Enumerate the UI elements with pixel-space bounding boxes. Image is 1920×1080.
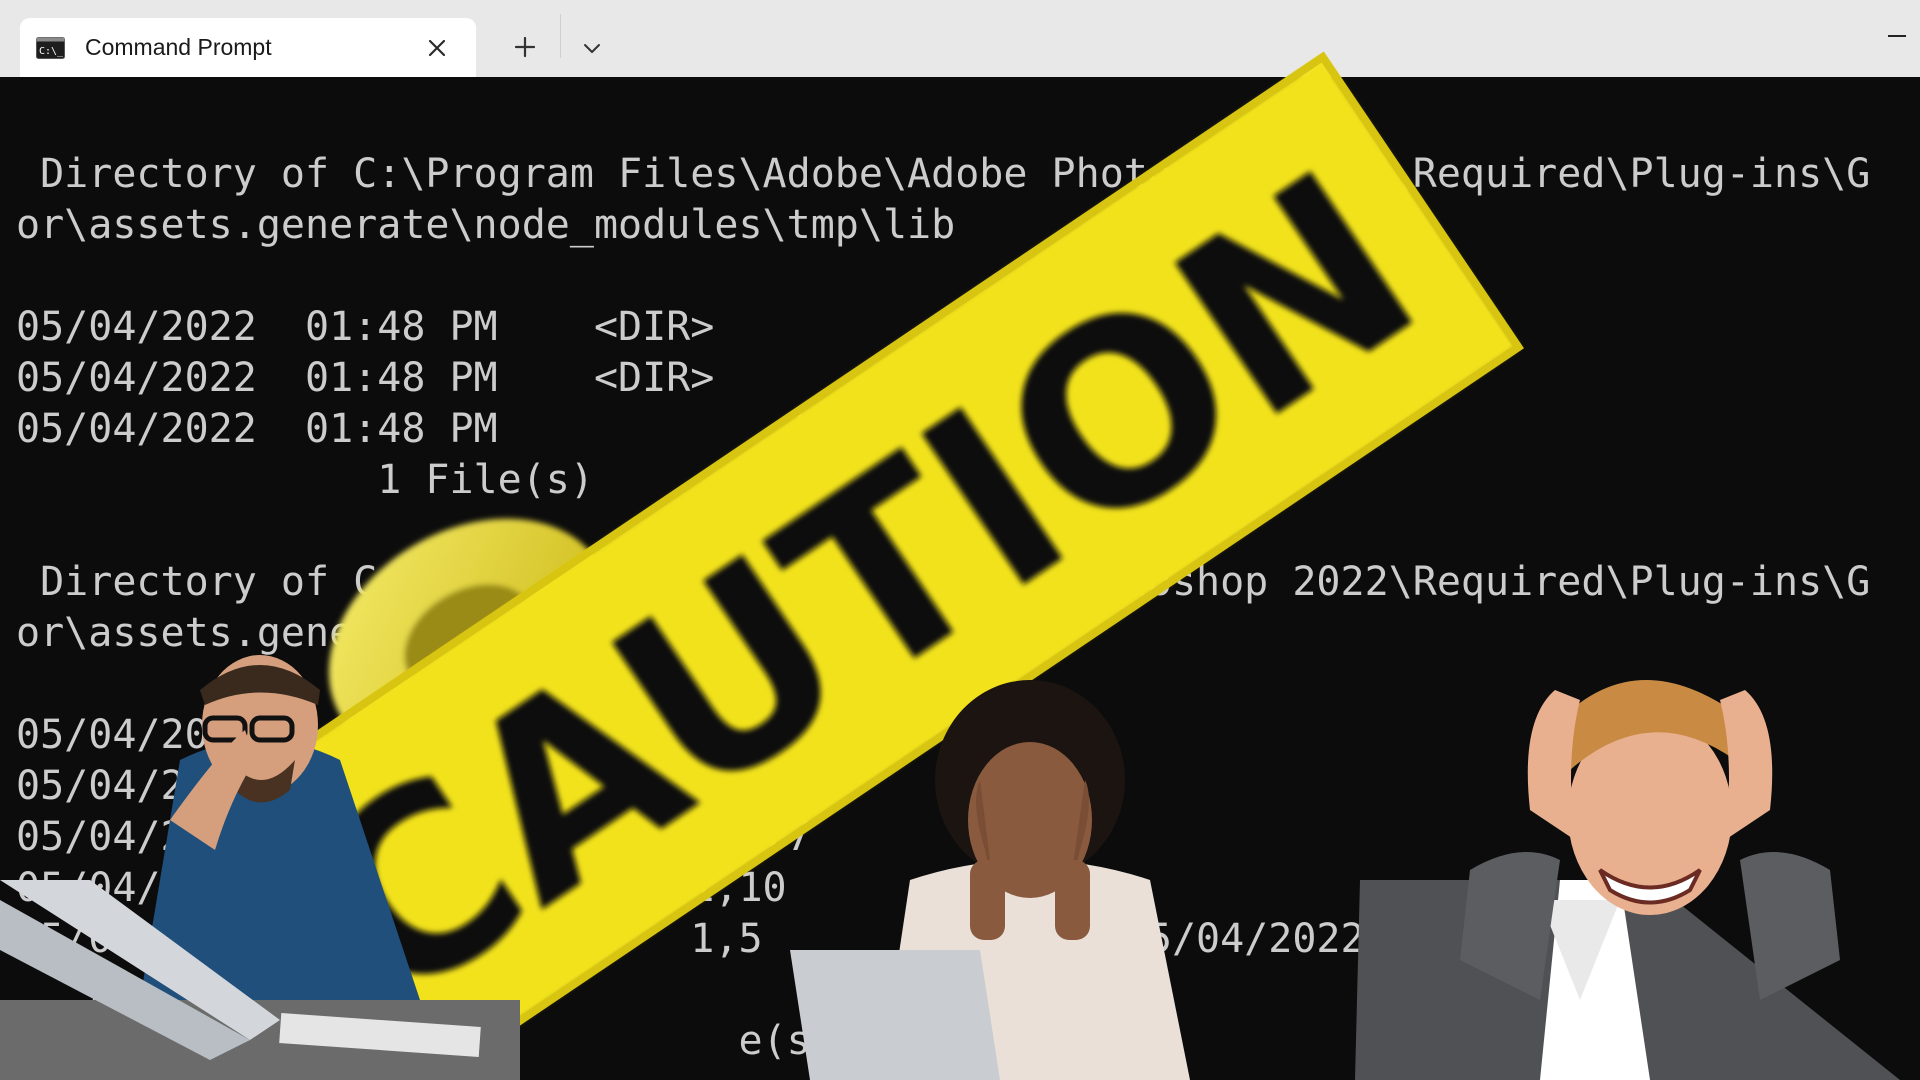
stressed-woman-image xyxy=(790,680,1190,1080)
frustrated-woman-image xyxy=(1355,680,1900,1080)
stressed-man-image xyxy=(0,655,520,1080)
stressed-people-illustrations xyxy=(0,655,1900,1080)
